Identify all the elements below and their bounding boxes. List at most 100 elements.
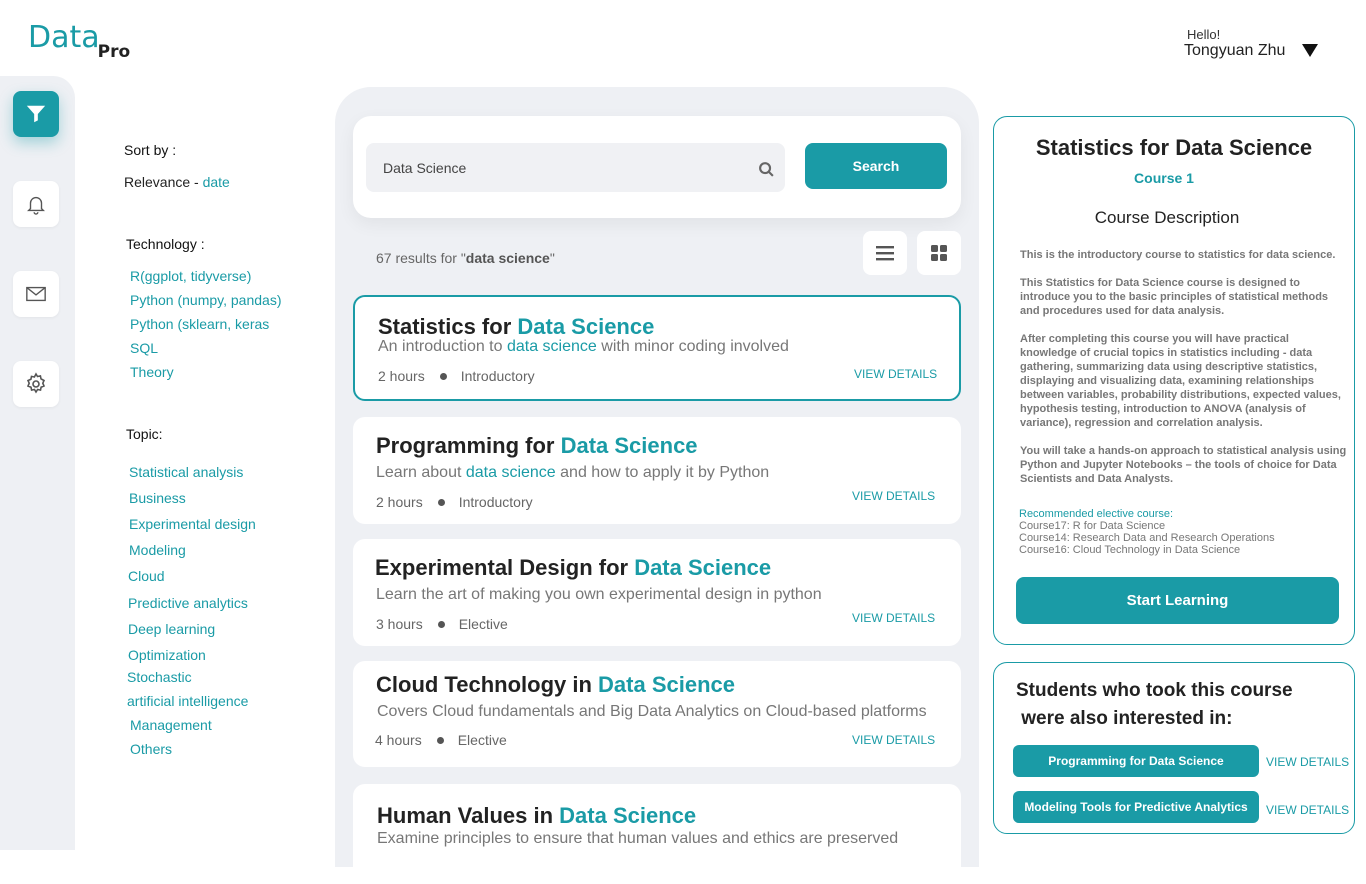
topic-item[interactable]: Management	[130, 717, 212, 733]
course-meta: 4 hours Elective	[375, 732, 507, 748]
results-count: 67 results for "data science"	[376, 250, 555, 266]
title-prefix: Statistics for	[378, 314, 518, 339]
grid-view-button[interactable]	[917, 231, 961, 275]
tech-item[interactable]: R(ggplot, tidyverse)	[130, 268, 251, 284]
dot-separator	[437, 620, 445, 628]
tech-item[interactable]: Python (numpy, pandas)	[130, 292, 282, 308]
caret-down-icon[interactable]	[1302, 44, 1318, 57]
detail-para: This Statistics for Data Science course …	[1020, 277, 1329, 317]
title-accent: Data Science	[559, 803, 697, 828]
also-heading-line1: Students who took this course	[1016, 680, 1293, 701]
course-level: Elective	[457, 732, 507, 748]
desc-accent: data science	[465, 464, 556, 481]
dot-separator	[439, 372, 447, 380]
title-prefix: Programming for	[376, 433, 561, 458]
desc-accent: data science	[506, 338, 597, 355]
search-input[interactable]	[366, 143, 785, 192]
list-view-icon	[876, 246, 894, 261]
results-text: results for "	[391, 250, 466, 266]
filter-button[interactable]	[13, 91, 59, 137]
topic-item[interactable]: Stochastic	[127, 669, 192, 685]
technology-label: Technology :	[126, 236, 205, 252]
course-card[interactable]: Cloud Technology in Data Science Covers …	[353, 661, 961, 767]
detail-title: Statistics for Data Science	[1035, 135, 1313, 160]
topic-item[interactable]: artificial intelligence	[127, 693, 248, 709]
title-accent: Data Science	[598, 672, 735, 697]
sort-date[interactable]: date	[203, 174, 230, 190]
tech-item[interactable]: Python (sklearn, keras	[130, 316, 269, 332]
recommended-heading: Recommended elective course:	[1019, 508, 1174, 520]
course-title: Experimental Design for Data Science	[375, 555, 771, 581]
search-icon[interactable]	[758, 161, 775, 178]
also-heading-line2: were also interested in:	[1016, 708, 1233, 729]
topic-item[interactable]: Experimental design	[129, 516, 256, 532]
view-details-link[interactable]: VIEW DETAILS	[852, 489, 935, 503]
topic-label: Topic:	[126, 426, 163, 442]
sort-label: Sort by :	[124, 142, 177, 158]
filter-icon	[26, 105, 46, 123]
tech-item[interactable]: SQL	[130, 340, 158, 356]
course-title: Cloud Technology in Data Science	[376, 672, 735, 698]
grid-view-icon	[931, 245, 947, 261]
view-details-link[interactable]: VIEW DETAILS	[1266, 803, 1349, 817]
list-view-button[interactable]	[863, 231, 907, 275]
app-logo[interactable]: DataPro	[28, 20, 132, 62]
title-accent: Data Science	[634, 555, 772, 580]
detail-para: This is the introductory course to stati…	[1020, 249, 1336, 261]
desc-prefix: Learn about	[376, 464, 466, 481]
title-prefix: Cloud Technology in	[376, 672, 599, 697]
course-desc: Learn about data science and how to appl…	[376, 464, 769, 482]
results-panel: Search 67 results for "data science" Sta…	[335, 87, 979, 884]
detail-description-heading: Course Description	[1094, 208, 1240, 227]
topic-item[interactable]: Deep learning	[128, 621, 215, 637]
view-details-link[interactable]: VIEW DETAILS	[1266, 755, 1349, 769]
gear-icon	[26, 372, 46, 394]
detail-course-number: Course 1	[1134, 170, 1194, 186]
course-meta: 3 hours Elective	[376, 616, 508, 632]
detail-para: After completing this course you will ha…	[1020, 333, 1341, 429]
desc-prefix: Covers Cloud fundamentals and Big Data A…	[377, 703, 927, 720]
recommended-item[interactable]: Course16: Cloud Technology in Data Scien…	[1019, 544, 1275, 556]
logo-sub: Pro	[97, 42, 131, 62]
course-card[interactable]: Statistics for Data Science An introduct…	[353, 295, 961, 401]
course-card[interactable]: Programming for Data Science Learn about…	[353, 417, 961, 524]
course-hours: 2 hours	[378, 368, 425, 384]
course-meta: 2 hours Introductory	[376, 494, 533, 510]
user-menu[interactable]: Hello! Tongyuan Zhu	[1184, 27, 1318, 60]
notifications-button[interactable]	[13, 181, 59, 227]
topic-item[interactable]: Statistical analysis	[129, 464, 243, 480]
view-details-link[interactable]: VIEW DETAILS	[852, 733, 935, 747]
topic-item[interactable]: Others	[130, 741, 172, 757]
mail-icon	[26, 286, 46, 302]
topic-item[interactable]: Business	[129, 490, 186, 506]
topic-item[interactable]: Cloud	[128, 568, 165, 584]
settings-button[interactable]	[13, 361, 59, 407]
tech-item[interactable]: Theory	[130, 364, 174, 380]
title-accent: Data Science	[560, 433, 698, 458]
recommended-electives: Recommended elective course: Course17: R…	[1019, 508, 1275, 556]
title-accent: Data Science	[517, 314, 655, 339]
sort-relevance[interactable]: Relevance -	[124, 174, 203, 190]
course-card[interactable]: Human Values in Data Science Examine pri…	[353, 784, 961, 884]
desc-prefix: Examine principles to ensure that human …	[377, 830, 899, 847]
topic-item[interactable]: Optimization	[128, 647, 206, 663]
start-learning-button[interactable]: Start Learning	[1016, 577, 1339, 624]
topic-item[interactable]: Predictive analytics	[128, 595, 248, 611]
topic-item[interactable]: Modeling	[129, 542, 186, 558]
search-button[interactable]: Search	[805, 143, 947, 189]
related-course-button[interactable]: Programming for Data Science	[1013, 745, 1259, 777]
messages-button[interactable]	[13, 271, 59, 317]
view-details-link[interactable]: VIEW DETAILS	[854, 367, 937, 381]
view-details-link[interactable]: VIEW DETAILS	[852, 611, 935, 625]
search-card: Search	[353, 116, 961, 218]
results-end: "	[549, 250, 555, 266]
desc-suffix: and how to apply it by Python	[555, 464, 770, 481]
recommended-item[interactable]: Course17: R for Data Science	[1019, 520, 1275, 532]
course-title: Programming for Data Science	[376, 433, 698, 459]
related-course-button[interactable]: Modeling Tools for Predictive Analytics	[1013, 791, 1259, 823]
bell-icon	[27, 196, 45, 215]
course-card[interactable]: Experimental Design for Data Science Lea…	[353, 539, 961, 646]
also-heading: Students who took this course were also …	[1016, 677, 1293, 733]
course-level: Introductory	[458, 494, 533, 510]
recommended-item[interactable]: Course14: Research Data and Research Ope…	[1019, 532, 1275, 544]
